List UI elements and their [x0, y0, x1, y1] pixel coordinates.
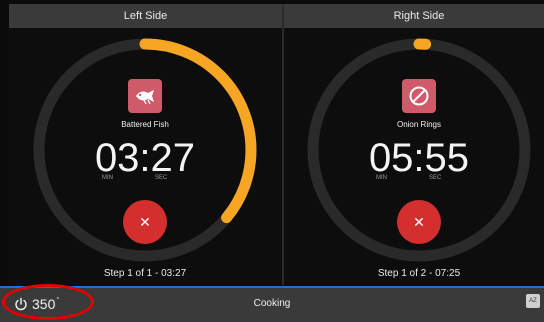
right-food-name: Onion Rings — [396, 120, 442, 129]
right-time-remaining: 05:55 — [368, 136, 470, 180]
close-icon: ✕ — [413, 213, 425, 230]
left-side-panel: Left Side Battered Fish 03:27 MIN SEC ✕ … — [9, 4, 282, 285]
right-cancel-button[interactable]: ✕ — [397, 200, 441, 244]
right-sec-label: SEC — [429, 175, 442, 181]
left-time-remaining: 03:27 — [94, 136, 196, 180]
left-sec-label: SEC — [155, 175, 168, 181]
fryer-timer-screen: Left Side Battered Fish 03:27 MIN SEC ✕ … — [0, 0, 544, 322]
right-side-panel: Right Side Onion Rings 05:55 MIN SEC ✕ S… — [284, 4, 544, 285]
temperature-highlight-ring — [2, 284, 94, 320]
left-side-header: Left Side — [9, 4, 282, 28]
left-step-label: Step 1 of 1 - 03:27 — [103, 268, 187, 279]
language-az-icon[interactable]: AZ — [526, 294, 540, 308]
fish-food-icon — [128, 79, 162, 113]
right-side-header: Right Side — [284, 4, 544, 28]
no-symbol-icon — [402, 79, 436, 113]
right-min-label: MIN — [376, 175, 387, 181]
right-step-label: Step 1 of 2 - 07:25 — [377, 268, 461, 279]
left-food-name: Battered Fish — [121, 120, 169, 129]
left-min-label: MIN — [102, 175, 113, 181]
left-cancel-button[interactable]: ✕ — [123, 200, 167, 244]
close-icon: ✕ — [139, 213, 151, 230]
